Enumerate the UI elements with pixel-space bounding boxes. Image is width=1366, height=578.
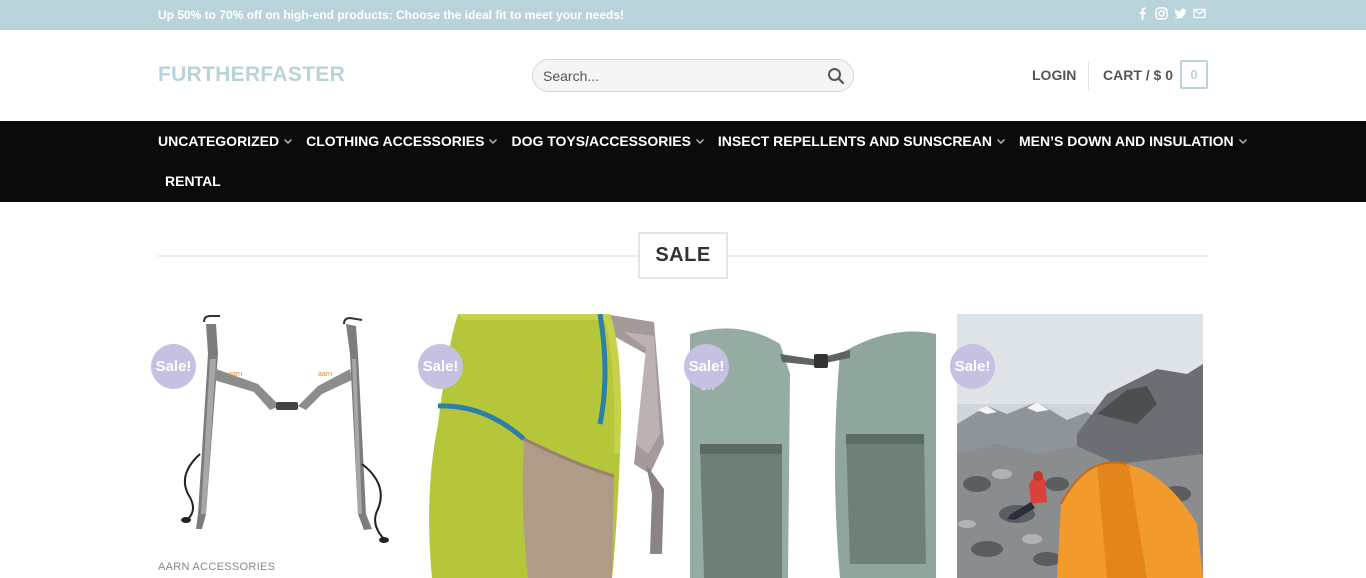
svg-text:aarn: aarn	[228, 371, 242, 378]
top-promo-bar: Up 50% to 70% off on high-end products: …	[0, 0, 1366, 30]
nav-item-label: UNCATEGORIZED	[158, 133, 280, 149]
nav-item-label: DOG TOYS/ACCESSORIES	[511, 133, 691, 149]
svg-text:aarn: aarn	[318, 371, 332, 378]
sale-badge: Sale!	[950, 344, 995, 389]
product-card-3[interactable]: en	[690, 314, 936, 578]
product-card-4[interactable]	[957, 314, 1203, 578]
nav-row: UNCATEGORIZED CLOTHING ACCESSORIES DOG T…	[158, 133, 1261, 149]
nav-item-clothing-accessories[interactable]: CLOTHING ACCESSORIES	[306, 133, 498, 149]
chevron-down-icon	[996, 136, 1006, 146]
promo-text: Up 50% to 70% off on high-end products: …	[158, 8, 625, 22]
instagram-icon[interactable]	[1155, 7, 1168, 20]
product-image	[424, 314, 670, 578]
product-image	[957, 314, 1203, 578]
sale-badge: Sale!	[151, 344, 196, 389]
chevron-down-icon	[695, 136, 705, 146]
email-icon[interactable]	[1193, 7, 1206, 20]
nav-item-dog-toys[interactable]: DOG TOYS/ACCESSORIES	[511, 133, 704, 149]
site-logo[interactable]: FURTHERFASTER	[158, 63, 345, 87]
login-link[interactable]: LOGIN	[1032, 67, 1076, 83]
header-divider	[1088, 61, 1089, 91]
social-links	[1136, 7, 1206, 20]
product-card-2[interactable]	[424, 314, 670, 578]
search-form	[532, 59, 854, 92]
chevron-down-icon	[488, 136, 498, 146]
main-nav: UNCATEGORIZED CLOTHING ACCESSORIES DOG T…	[0, 121, 1366, 202]
nav-item-uncategorized[interactable]: UNCATEGORIZED	[158, 133, 293, 149]
chevron-down-icon	[1238, 136, 1248, 146]
nav-item-insect-repellents[interactable]: INSECT REPELLENTS AND SUNSCREAN	[718, 133, 1006, 149]
search-icon[interactable]	[827, 67, 845, 85]
chevron-down-icon	[283, 136, 293, 146]
sale-badge: Sale!	[684, 344, 729, 389]
product-category[interactable]: AARN ACCESSORIES	[158, 561, 275, 573]
site-header: FURTHERFASTER LOGIN CART / $ 0 0	[0, 30, 1366, 121]
product-image: aarn aarn	[158, 314, 404, 578]
nav-item-label: INSECT REPELLENTS AND SUNSCREAN	[717, 133, 992, 149]
sale-badge: Sale!	[418, 344, 463, 389]
cart-count-badge[interactable]: 0	[1180, 60, 1208, 89]
cart-link[interactable]: CART / $ 0	[1103, 67, 1173, 83]
twitter-icon[interactable]	[1174, 7, 1187, 20]
nav-item-rental[interactable]: RENTAL	[165, 173, 221, 189]
nav-item-label: MEN’S DOWN AND INSULATION	[1018, 133, 1234, 149]
product-image: en	[690, 314, 936, 578]
nav-item-label: CLOTHING ACCESSORIES	[306, 133, 485, 149]
product-card-1[interactable]: aarn aarn	[158, 314, 404, 578]
section-title: SALE	[638, 232, 728, 279]
facebook-icon[interactable]	[1136, 7, 1149, 20]
nav-item-mens-down[interactable]: MEN’S DOWN AND INSULATION	[1019, 133, 1248, 149]
search-input[interactable]	[543, 66, 813, 86]
